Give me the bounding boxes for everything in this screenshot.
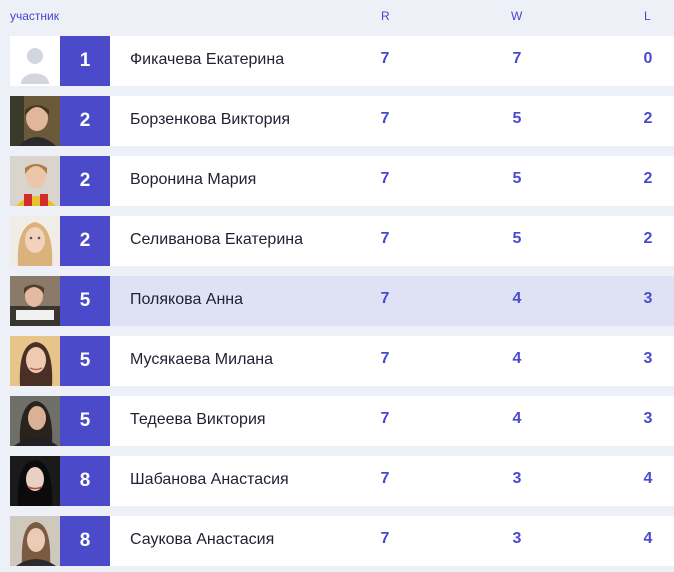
participant-name[interactable]: Шабанова Анастасия xyxy=(130,471,289,489)
stat-w: 4 xyxy=(512,350,522,367)
player-photo xyxy=(10,516,60,566)
column-header-r: R xyxy=(381,9,390,23)
stat-r: 7 xyxy=(380,110,390,127)
player-photo xyxy=(10,216,60,266)
player-photo xyxy=(10,96,60,146)
standings-table: участник R W L 1 Фикачева Екатерина 7 7 … xyxy=(0,0,674,572)
table-row[interactable]: 5 Мусякаева Милана 7 4 3 xyxy=(10,336,674,386)
stat-w: 4 xyxy=(512,290,522,307)
stat-w: 4 xyxy=(512,410,522,427)
rank-badge: 2 xyxy=(60,216,110,266)
stat-r: 7 xyxy=(380,50,390,67)
participant-name[interactable]: Селиванова Екатерина xyxy=(130,231,303,249)
rank-badge: 5 xyxy=(60,396,110,446)
rank-badge: 8 xyxy=(60,516,110,566)
table-row[interactable]: 8 Шабанова Анастасия 7 3 4 xyxy=(10,456,674,506)
rank-badge: 1 xyxy=(60,36,110,86)
table-row[interactable]: 8 Саукова Анастасия 7 3 4 xyxy=(10,516,674,566)
stat-l: 3 xyxy=(643,290,653,307)
stat-w: 5 xyxy=(512,170,522,187)
column-header-l: L xyxy=(644,9,651,23)
table-header: участник R W L xyxy=(0,0,674,30)
rank-badge: 2 xyxy=(60,96,110,146)
stat-r: 7 xyxy=(380,290,390,307)
table-row[interactable]: 2 Воронина Мария 7 5 2 xyxy=(10,156,674,206)
stat-l: 2 xyxy=(643,170,653,187)
participant-name[interactable]: Полякова Анна xyxy=(130,291,243,309)
participant-name[interactable]: Тедеева Виктория xyxy=(130,411,266,429)
stat-w: 5 xyxy=(512,230,522,247)
stat-r: 7 xyxy=(380,470,390,487)
column-header-w: W xyxy=(511,9,523,23)
stat-w: 5 xyxy=(512,110,522,127)
stat-r: 7 xyxy=(380,410,390,427)
stat-r: 7 xyxy=(380,350,390,367)
table-row[interactable]: 5 Тедеева Виктория 7 4 3 xyxy=(10,396,674,446)
stat-w: 7 xyxy=(512,50,522,67)
table-row[interactable]: 1 Фикачева Екатерина 7 7 0 xyxy=(10,36,674,86)
player-photo xyxy=(10,156,60,206)
participant-name[interactable]: Мусякаева Милана xyxy=(130,351,273,369)
table-row-highlighted[interactable]: 5 Полякова Анна 7 4 3 xyxy=(10,276,674,326)
participant-name[interactable]: Фикачева Екатерина xyxy=(130,51,284,69)
rank-badge: 5 xyxy=(60,276,110,326)
player-photo xyxy=(10,276,60,326)
stat-l: 3 xyxy=(643,350,653,367)
participant-name[interactable]: Борзенкова Виктория xyxy=(130,111,290,129)
stat-l: 2 xyxy=(643,110,653,127)
player-photo xyxy=(10,456,60,506)
table-row[interactable]: 2 Борзенкова Виктория 7 5 2 xyxy=(10,96,674,146)
stat-w: 3 xyxy=(512,470,522,487)
rank-badge: 8 xyxy=(60,456,110,506)
stat-l: 3 xyxy=(643,410,653,427)
rank-badge: 2 xyxy=(60,156,110,206)
stat-r: 7 xyxy=(380,530,390,547)
stat-w: 3 xyxy=(512,530,522,547)
default-avatar-icon xyxy=(10,36,60,86)
stat-l: 4 xyxy=(643,530,653,547)
participant-name[interactable]: Воронина Мария xyxy=(130,171,256,189)
table-row[interactable]: 2 Селиванова Екатерина 7 5 2 xyxy=(10,216,674,266)
stat-r: 7 xyxy=(380,170,390,187)
rank-badge: 5 xyxy=(60,336,110,386)
stat-l: 2 xyxy=(643,230,653,247)
stat-r: 7 xyxy=(380,230,390,247)
stat-l: 4 xyxy=(643,470,653,487)
player-photo xyxy=(10,396,60,446)
stat-l: 0 xyxy=(643,50,653,67)
column-header-participant: участник xyxy=(10,9,60,23)
participant-name[interactable]: Саукова Анастасия xyxy=(130,531,274,549)
player-photo xyxy=(10,336,60,386)
